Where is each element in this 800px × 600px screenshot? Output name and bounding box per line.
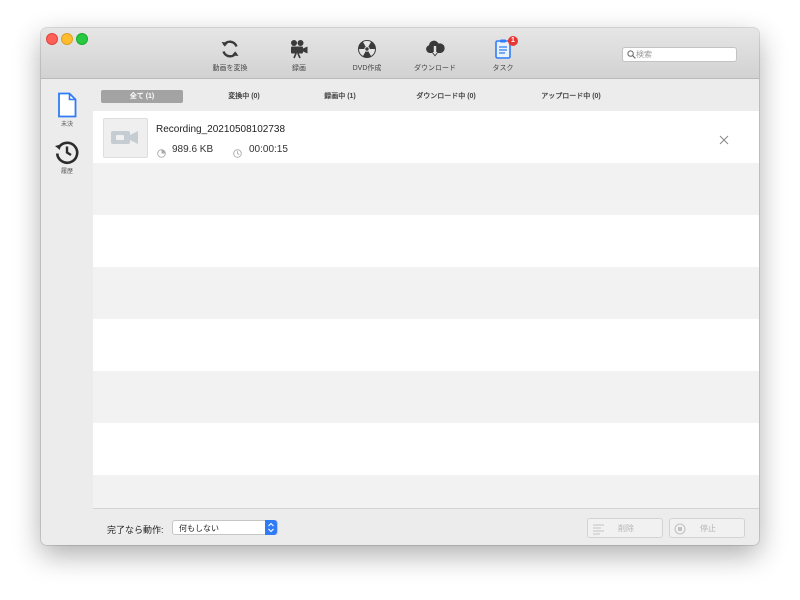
- cloud-download-icon: [403, 38, 467, 60]
- toolbar-convert-label: 動画を変換: [212, 65, 248, 72]
- tab-all[interactable]: 全て (1): [101, 90, 183, 103]
- clipboard-icon: [471, 38, 535, 60]
- tab-uploading[interactable]: アップロード中 (0): [513, 90, 629, 103]
- empty-row: [93, 423, 759, 475]
- tab-downloading[interactable]: ダウンロード中 (0): [388, 90, 504, 103]
- sidebar-item-history[interactable]: 履歴: [41, 139, 93, 175]
- toolbar: 動画を変換 録画 DVD作成 ダウンロード 1 タスク 検索: [41, 28, 759, 79]
- delete-button-label: 削除: [618, 524, 634, 533]
- task-thumbnail: [103, 118, 148, 158]
- document-icon: [41, 92, 93, 118]
- toolbar-record-label: 録画: [292, 65, 306, 72]
- task-count-badge: 1: [508, 36, 518, 46]
- close-window-button[interactable]: [46, 33, 58, 45]
- disc-icon: [335, 38, 399, 60]
- task-file-size: 989.6 KB: [172, 144, 214, 155]
- toolbar-download-button[interactable]: ダウンロード: [403, 38, 467, 76]
- toolbar-task-label: タスク: [492, 65, 514, 72]
- completion-action-label: 完了なら動作:: [107, 525, 164, 535]
- tab-converting[interactable]: 変換中 (0): [203, 90, 285, 103]
- empty-row: [93, 475, 759, 508]
- convert-icon: [198, 38, 262, 60]
- minimize-window-button[interactable]: [61, 33, 73, 45]
- sidebar-item-label: 履歴: [60, 169, 73, 175]
- table-row[interactable]: Recording_20210508102738 989.6 KB 00:00:…: [93, 111, 759, 163]
- app-window: 動画を変換 録画 DVD作成 ダウンロード 1 タスク 検索 未決 履歴 全て …: [41, 28, 759, 545]
- tab-recording[interactable]: 録画中 (1): [299, 90, 381, 103]
- task-list: Recording_20210508102738 989.6 KB 00:00:…: [93, 111, 759, 508]
- empty-row: [93, 319, 759, 371]
- select-arrows-icon: [265, 520, 277, 535]
- search-field[interactable]: [622, 47, 737, 62]
- sidebar-item-label: 未決: [60, 122, 73, 128]
- completion-action-value: 何もしない: [179, 524, 219, 533]
- toolbar-record-button[interactable]: 録画: [267, 38, 331, 76]
- remove-task-close-icon[interactable]: [719, 132, 729, 145]
- task-duration: 00:00:15: [249, 144, 288, 155]
- toolbar-dvd-label: DVD作成: [352, 65, 382, 72]
- search-input[interactable]: [636, 48, 734, 61]
- empty-row: [93, 267, 759, 319]
- task-file-name: Recording_20210508102738: [156, 124, 286, 135]
- empty-row: [93, 163, 759, 215]
- completion-action-select[interactable]: 何もしない: [172, 520, 278, 535]
- toolbar-dvd-button[interactable]: DVD作成: [335, 38, 399, 76]
- history-icon: [41, 139, 93, 165]
- toolbar-download-label: ダウンロード: [414, 65, 456, 72]
- stop-button[interactable]: 停止: [669, 518, 745, 538]
- empty-row: [93, 215, 759, 267]
- task-tabs: 全て (1) 変換中 (0) 録画中 (1) ダウンロード中 (0) アップロー…: [93, 79, 759, 111]
- clock-icon: [233, 145, 242, 163]
- sidebar: 未決 履歴: [41, 79, 94, 545]
- toolbar-convert-button[interactable]: 動画を変換: [198, 38, 262, 76]
- file-size-icon: [157, 145, 166, 163]
- toolbar-task-button[interactable]: 1 タスク: [471, 36, 535, 76]
- sidebar-item-pending[interactable]: 未決: [41, 92, 93, 128]
- video-camera-icon: [267, 38, 331, 60]
- stop-button-label: 停止: [700, 524, 716, 533]
- bottom-bar: 完了なら動作: 何もしない 削除 停止: [93, 508, 759, 545]
- delete-button[interactable]: 削除: [587, 518, 663, 538]
- empty-row: [93, 371, 759, 423]
- zoom-window-button[interactable]: [76, 33, 88, 45]
